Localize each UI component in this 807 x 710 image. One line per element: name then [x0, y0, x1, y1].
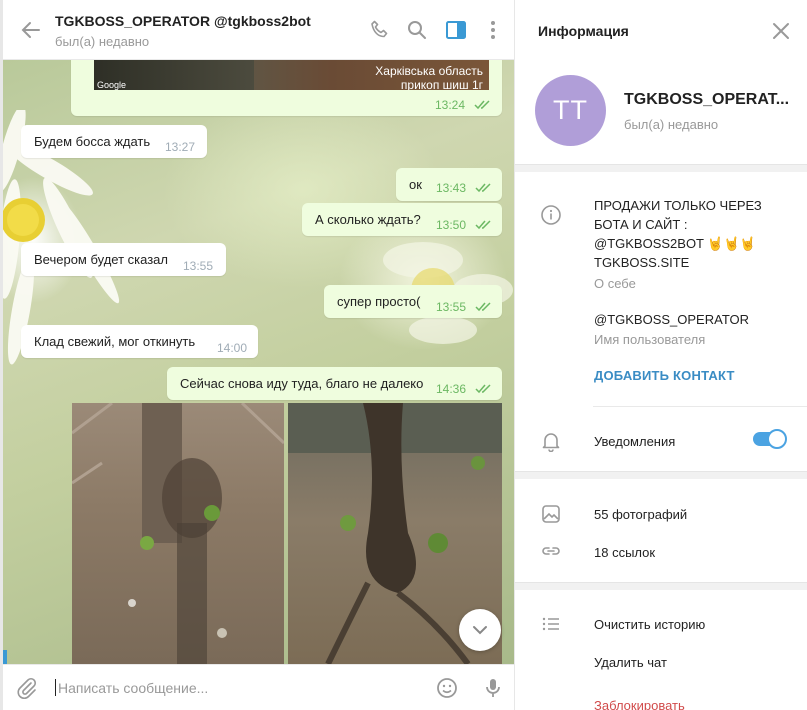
bio-line-1: ПРОДАЖИ ТОЛЬКО ЧЕРЕЗ	[594, 198, 762, 213]
bio-line-3[interactable]: @TGKBOSS2BOT 🤘🤘🤘	[594, 234, 756, 253]
message-text: Сейчас снова иду туда, благо не далеко	[180, 376, 424, 391]
link-icon	[542, 547, 560, 555]
message-outgoing[interactable]: ок 13:43	[396, 168, 502, 201]
map-preview[interactable]: Google Харківська область прикоп шиш 1г	[94, 60, 489, 90]
read-checkmarks-icon	[475, 302, 491, 312]
avatar[interactable]: TT	[535, 75, 606, 146]
info-panel-toggle-icon[interactable]	[444, 18, 468, 42]
photo-left[interactable]	[72, 403, 284, 664]
username-label: Имя пользователя	[594, 332, 706, 347]
chat-status: был(а) недавно	[55, 34, 150, 49]
clear-history-button[interactable]: Очистить историю	[594, 615, 705, 634]
message-text: супер просто(	[337, 294, 421, 309]
section-divider	[515, 471, 807, 479]
message-text: А сколько ждать?	[315, 212, 421, 227]
message-text: ок	[409, 177, 422, 192]
bio-label: О себе	[594, 276, 636, 291]
section-divider	[515, 164, 807, 172]
info-panel-title: Информация	[538, 23, 629, 39]
list-icon	[542, 617, 559, 631]
info-panel: Информация TT TGKBOSS_OPERAT... был(а) н…	[515, 0, 807, 710]
message-time: 13:55	[183, 259, 214, 273]
bio-line-2: БОТА И САЙТ :	[594, 217, 688, 232]
bell-icon	[542, 433, 560, 452]
message-time: 14:36	[436, 382, 467, 396]
back-arrow-icon[interactable]	[19, 18, 43, 42]
photos-count[interactable]: 55 фотографий	[594, 505, 687, 524]
chat-pane: TGKBOSS_OPERATOR @tgkboss2bot был(а) нед…	[0, 0, 515, 710]
message-text: Клад свежий, мог откинуть	[34, 334, 196, 349]
toggle-knob	[767, 429, 787, 449]
read-checkmarks-icon	[474, 100, 490, 110]
contact-status: был(а) недавно	[624, 117, 719, 132]
message-time: 13:43	[436, 181, 467, 195]
message-outgoing[interactable]: Сейчас снова иду туда, благо не далеко 1…	[167, 367, 502, 400]
block-user-button[interactable]: Заблокировать	[594, 698, 685, 710]
section-divider	[515, 582, 807, 590]
message-incoming[interactable]: Клад свежий, мог откинуть 14:00	[21, 325, 258, 358]
read-checkmarks-icon	[475, 384, 491, 394]
read-checkmarks-icon	[475, 183, 491, 193]
more-menu-icon[interactable]	[481, 18, 505, 42]
read-checkmarks-icon	[475, 220, 491, 230]
add-contact-button[interactable]: ДОБАВИТЬ КОНТАКТ	[594, 368, 735, 383]
message-text: Будем босса ждать	[34, 134, 151, 149]
microphone-icon[interactable]	[481, 676, 505, 700]
paperclip-icon[interactable]	[15, 676, 39, 700]
map-caption-address: прикоп шиш 1г	[400, 78, 483, 90]
search-icon[interactable]	[405, 18, 429, 42]
notifications-label: Уведомления	[594, 434, 676, 449]
photo-left-image	[72, 403, 284, 664]
message-location[interactable]: Google Харківська область прикоп шиш 1г …	[71, 60, 502, 116]
messages-area[interactable]: Google Харківська область прикоп шиш 1г …	[3, 60, 514, 664]
contact-name: TGKBOSS_OPERAT...	[624, 91, 790, 108]
message-time: 13:27	[165, 140, 196, 154]
message-incoming[interactable]: Будем босса ждать 13:27	[21, 125, 207, 158]
chat-title[interactable]: TGKBOSS_OPERATOR @tgkboss2bot	[55, 13, 311, 29]
message-outgoing[interactable]: супер просто( 13:55	[324, 285, 502, 318]
message-time: 13:24	[435, 98, 466, 112]
delete-chat-button[interactable]: Удалить чат	[594, 653, 667, 672]
message-time: 13:55	[436, 300, 467, 314]
message-time: 14:00	[217, 341, 248, 355]
message-input[interactable]: Написать сообщение...	[58, 680, 208, 696]
links-count[interactable]: 18 ссылок	[594, 543, 655, 562]
scroll-to-bottom-button[interactable]	[459, 609, 501, 651]
message-outgoing[interactable]: А сколько ждать? 13:50	[302, 203, 502, 236]
message-composer: Написать сообщение...	[3, 664, 514, 710]
text-caret	[55, 679, 56, 696]
close-icon[interactable]	[770, 20, 792, 42]
message-time: 13:50	[436, 218, 467, 232]
chat-header: TGKBOSS_OPERATOR @tgkboss2bot был(а) нед…	[3, 0, 514, 60]
message-incoming[interactable]: Вечером будет сказал 13:55	[21, 243, 226, 276]
divider	[593, 406, 807, 407]
phone-icon[interactable]	[368, 18, 392, 42]
map-google-logo: Google	[97, 80, 127, 90]
notifications-toggle[interactable]	[753, 429, 787, 449]
bio-line-4[interactable]: TGKBOSS.SITE	[594, 253, 689, 272]
message-text: Вечером будет сказал	[34, 252, 168, 267]
username-value[interactable]: @TGKBOSS_OPERATOR	[594, 310, 749, 329]
info-circle-icon	[541, 205, 561, 225]
emoji-icon[interactable]	[435, 676, 459, 700]
telegram-window: TGKBOSS_OPERATOR @tgkboss2bot был(а) нед…	[0, 0, 807, 710]
chevron-down-icon	[473, 626, 487, 635]
photo-icon	[542, 505, 560, 523]
